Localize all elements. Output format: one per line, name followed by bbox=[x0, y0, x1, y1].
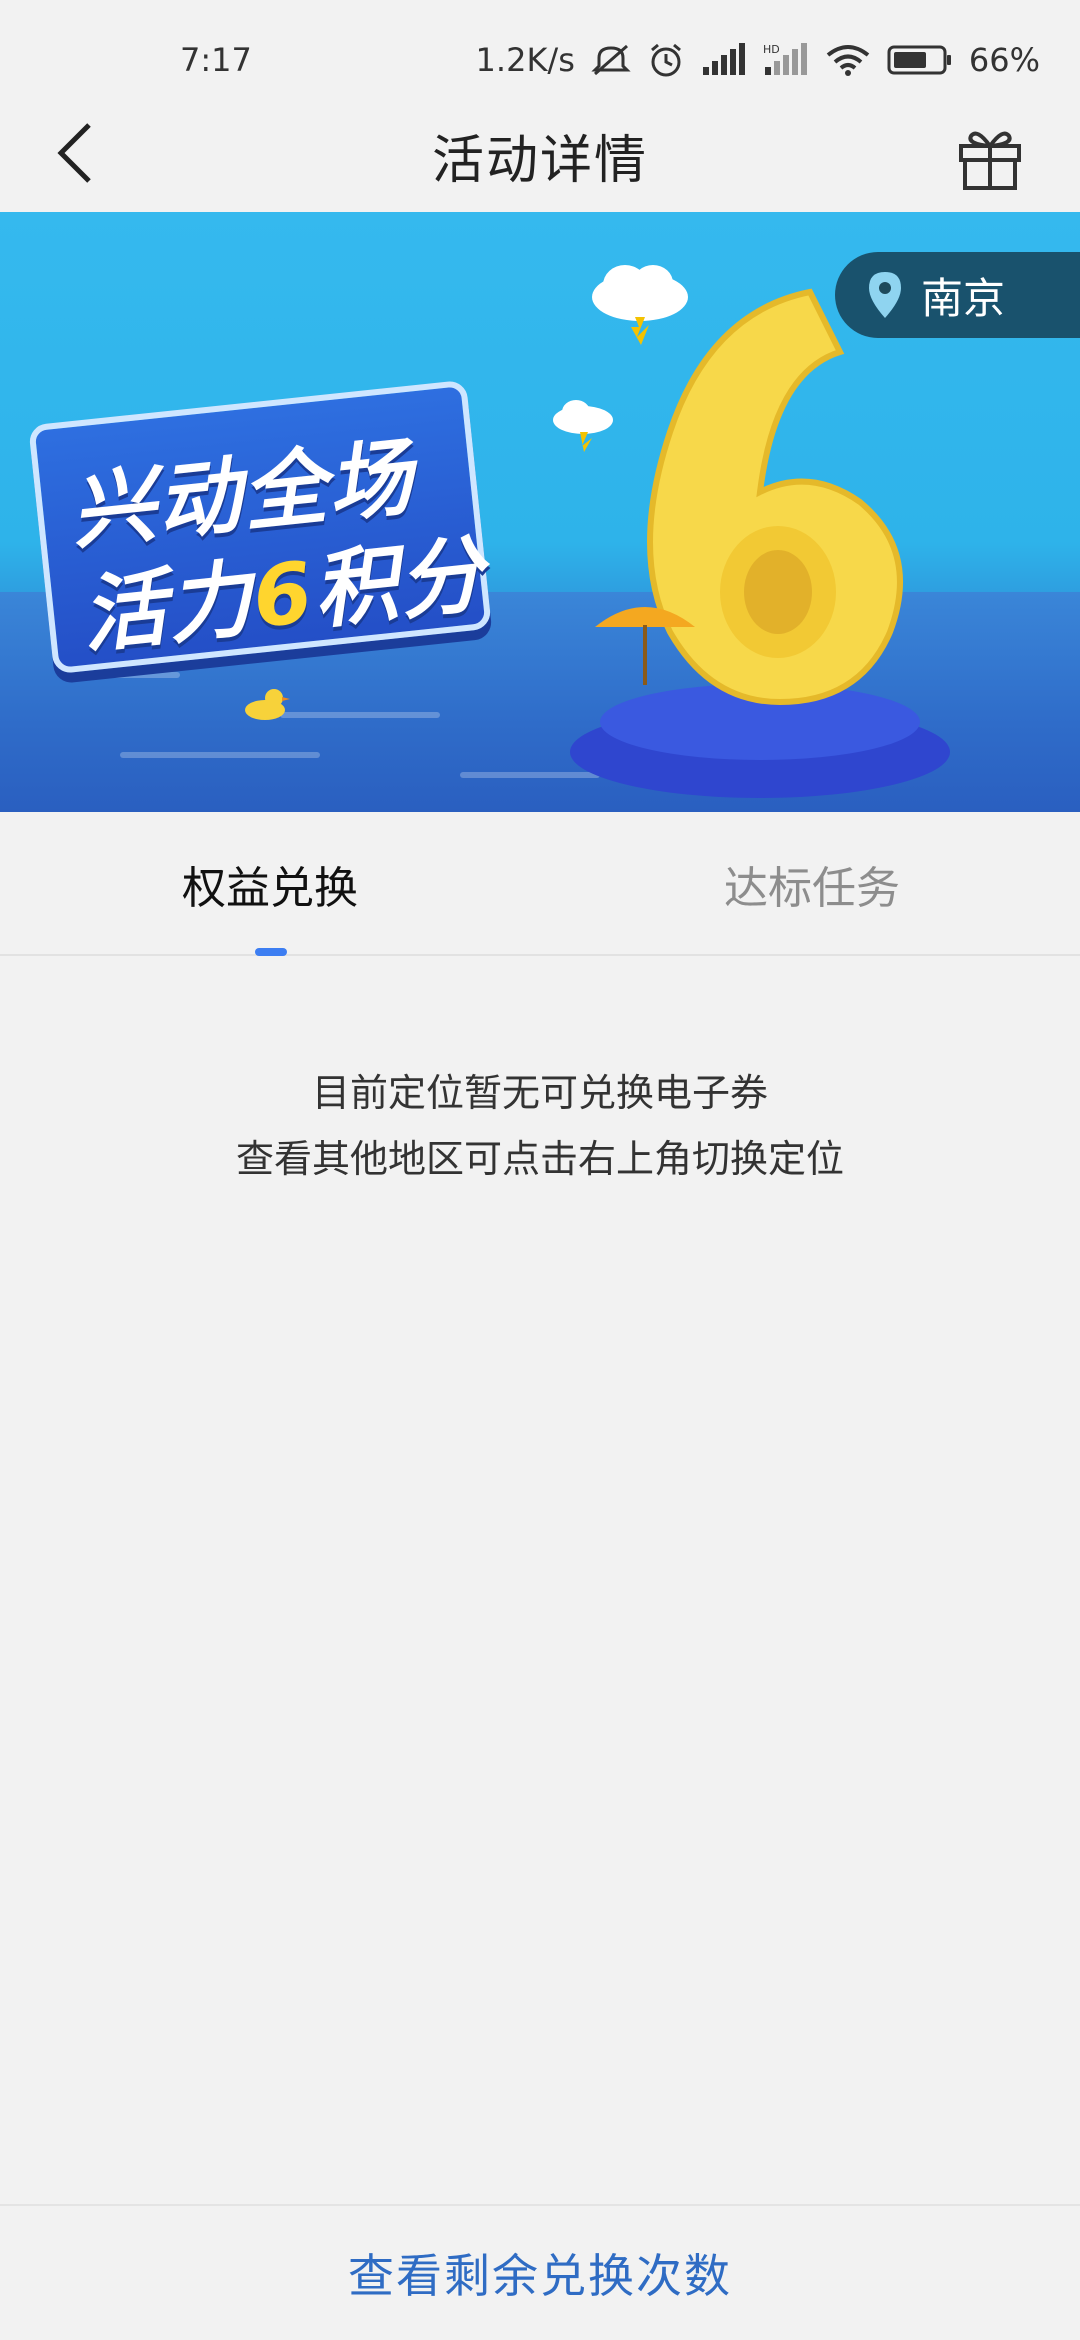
empty-state-message: 目前定位暂无可兑换电子券 查看其他地区可点击右上角切换定位 bbox=[0, 1060, 1080, 1192]
duck-icon bbox=[245, 689, 290, 720]
gift-icon bbox=[959, 131, 1021, 190]
empty-state-line2: 查看其他地区可点击右上角切换定位 bbox=[235, 1137, 844, 1181]
umbrella-icon bbox=[595, 607, 695, 685]
page-title: 活动详情 bbox=[431, 130, 648, 191]
activity-banner[interactable]: 6 南京 兴动全场 活力6积分 bbox=[0, 212, 1080, 812]
tab-target-tasks[interactable]: 达标任务 bbox=[724, 852, 900, 916]
tab-bar: 权益兑换 达标任务 bbox=[0, 812, 1080, 956]
tab-active-indicator bbox=[255, 948, 287, 956]
header: 活动详情 bbox=[0, 100, 1080, 210]
banner-wave bbox=[60, 672, 180, 678]
gift-button[interactable] bbox=[950, 118, 1030, 198]
location-label: 南京 bbox=[921, 273, 1006, 323]
bottom-bar: 查看剩余兑换次数 bbox=[0, 2204, 1080, 2340]
svg-text:HD: HD bbox=[763, 43, 780, 56]
view-remaining-exchanges-link[interactable]: 查看剩余兑换次数 bbox=[348, 2240, 732, 2306]
banner-title-card: 兴动全场 活力6积分 bbox=[28, 379, 492, 675]
wifi-icon bbox=[825, 43, 871, 77]
banner-wave bbox=[280, 712, 440, 718]
banner-title-suffix: 积分 bbox=[308, 525, 490, 641]
location-switch-button[interactable]: 南京 bbox=[835, 252, 1080, 338]
banner-title-prefix: 活力 bbox=[77, 549, 259, 665]
battery-icon bbox=[887, 44, 953, 76]
location-pin-icon bbox=[869, 272, 901, 318]
empty-state-line1: 目前定位暂无可兑换电子券 bbox=[311, 1071, 768, 1115]
status-time: 7:17 bbox=[180, 41, 252, 79]
status-right: 1.2K/s HD 66% bbox=[476, 41, 1040, 79]
banner-title-number: 6 bbox=[248, 543, 319, 647]
chevron-left-icon bbox=[57, 123, 91, 183]
battery-percent: 66% bbox=[968, 41, 1040, 79]
alarm-icon bbox=[647, 41, 685, 79]
mute-icon bbox=[591, 42, 631, 78]
banner-wave bbox=[120, 752, 320, 758]
hd-signal-icon: HD bbox=[763, 43, 809, 77]
back-button[interactable] bbox=[40, 118, 110, 188]
tab-benefit-exchange[interactable]: 权益兑换 bbox=[182, 852, 358, 916]
net-speed: 1.2K/s bbox=[475, 41, 575, 79]
signal-icon bbox=[701, 43, 747, 77]
activity-detail-page: 7:17 1.2K/s HD 66% 活动详情 南京 兴动全场 活力6积分 权益… bbox=[0, 0, 1080, 2340]
